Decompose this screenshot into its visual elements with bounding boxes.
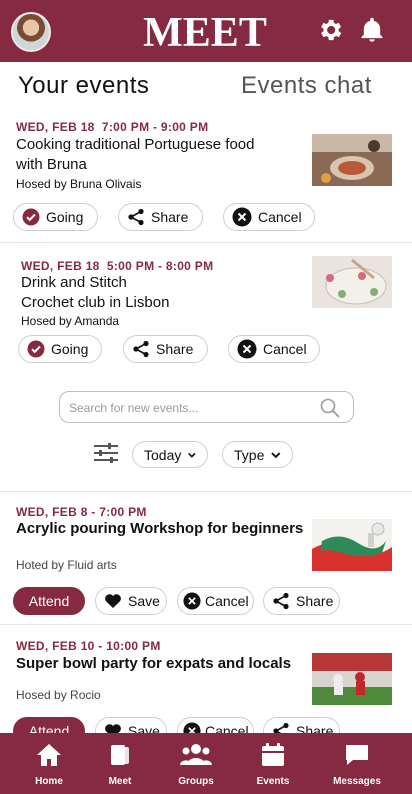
cancel-label: Cancel (258, 209, 302, 225)
event-title-line: with Bruna (16, 156, 87, 173)
nav-home[interactable]: Home (12, 733, 86, 794)
share-icon (273, 592, 289, 610)
event-title-line: Crochet club in Lisbon (21, 294, 170, 311)
tab-events-chat[interactable]: Events chat (241, 72, 372, 100)
chat-icon (346, 745, 368, 765)
heart-icon (105, 724, 121, 733)
share-icon (273, 722, 289, 733)
event-title-line: Drink and Stitch (21, 274, 127, 291)
share-label: Share (296, 593, 334, 609)
check-circle-icon (27, 340, 45, 358)
date-filter-label: Today (144, 446, 182, 463)
going-label: Going (51, 341, 89, 357)
event-title-line: Cooking traditional Portuguese food (16, 136, 255, 153)
close-circle-icon (237, 339, 257, 359)
nav-label: Groups (178, 776, 214, 787)
close-circle-icon (232, 207, 252, 227)
event-host: Hosed by Bruna Olivais (16, 177, 142, 191)
cancel-label: Cancel (263, 341, 307, 357)
cancel-button[interactable]: Cancel (177, 717, 254, 733)
search-input[interactable] (69, 398, 309, 418)
event-thumbnail[interactable] (312, 134, 392, 186)
type-filter-label: Type (234, 446, 265, 463)
type-filter-dropdown[interactable]: Type (222, 441, 293, 468)
event-title: Cooking traditional Portuguese food with… (16, 135, 255, 175)
cancel-label: Cancel (205, 723, 249, 733)
share-label: Share (151, 209, 189, 225)
share-button[interactable]: Share (123, 335, 208, 363)
calendar-icon (262, 743, 284, 766)
attend-label: Attend (28, 723, 70, 733)
event-card[interactable]: WED, FEB 8 - 7:00 PM Acrylic pouring Wor… (0, 491, 412, 625)
share-button[interactable]: Share (263, 587, 340, 615)
group-icon (180, 744, 212, 765)
save-label: Save (128, 723, 160, 733)
tab-bar: Your events Events chat (0, 62, 412, 110)
bell-icon[interactable] (358, 16, 386, 44)
event-host: Hosed by Rocio (16, 688, 101, 702)
event-date: WED, FEB 8 - 7:00 PM (16, 505, 147, 519)
nav-groups[interactable]: Groups (159, 733, 233, 794)
meet-logo: MEET (143, 10, 267, 54)
event-title: Acrylic pouring Workshop for beginners (16, 520, 304, 537)
attend-button[interactable]: Attend (13, 717, 85, 733)
event-host: Hosed by Amanda (21, 314, 120, 328)
share-icon (133, 340, 149, 358)
svg-text:MEET: MEET (143, 10, 267, 54)
attend-label: Attend (28, 593, 70, 609)
nav-meet[interactable]: Meet (83, 733, 157, 794)
going-button[interactable]: Going (18, 335, 102, 363)
event-host: Hoted by Fluid arts (16, 558, 117, 572)
save-button[interactable]: Save (95, 587, 167, 615)
close-circle-icon (183, 722, 201, 733)
heart-icon (105, 594, 121, 608)
check-circle-icon (22, 208, 40, 226)
close-circle-icon (183, 592, 201, 610)
event-date: WED, FEB 10 - 10:00 PM (16, 639, 161, 653)
event-date: WED, FEB 18 7:00 PM - 9:00 PM (16, 120, 209, 134)
share-button[interactable]: Share (118, 203, 203, 231)
event-title: Super bowl party for expats and locals (16, 655, 292, 672)
my-event-card[interactable]: WED, FEB 18 7:00 PM - 9:00 PM Cooking tr… (0, 110, 412, 243)
search-icon[interactable] (319, 397, 341, 419)
cancel-label: Cancel (205, 593, 249, 609)
nav-label: Messages (333, 776, 381, 787)
cards-icon (111, 745, 129, 765)
nav-messages[interactable]: Messages (320, 733, 394, 794)
share-icon (128, 208, 144, 226)
my-event-card[interactable]: WED, FEB 18 5:00 PM - 8:00 PM Drink and … (0, 243, 412, 378)
event-card[interactable]: WED, FEB 10 - 10:00 PM Super bowl party … (0, 625, 412, 733)
nav-label: Meet (108, 776, 132, 787)
event-search-box[interactable] (59, 391, 354, 423)
share-label: Share (156, 341, 194, 357)
top-app-bar: MEET (0, 0, 412, 62)
nav-label: Home (35, 776, 63, 787)
going-button[interactable]: Going (13, 203, 98, 231)
date-filter-dropdown[interactable]: Today (132, 441, 208, 468)
event-thumbnail[interactable] (312, 519, 392, 571)
event-date: WED, FEB 18 5:00 PM - 8:00 PM (21, 259, 214, 273)
home-icon (37, 744, 61, 766)
save-button[interactable]: Save (95, 717, 167, 733)
cancel-button[interactable]: Cancel (228, 335, 320, 363)
save-label: Save (128, 593, 160, 609)
event-title: Drink and Stitch Crochet club in Lisbon (21, 273, 169, 313)
tab-your-events[interactable]: Your events (18, 72, 149, 100)
filter-sliders-icon[interactable] (92, 441, 120, 465)
chevron-down-icon (271, 451, 281, 458)
bottom-navigation: Home Meet Groups Events Messages (0, 733, 412, 794)
cancel-button[interactable]: Cancel (177, 587, 254, 615)
cancel-button[interactable]: Cancel (223, 203, 315, 231)
share-label: Share (296, 723, 334, 733)
gear-icon[interactable] (316, 16, 344, 44)
nav-label: Events (256, 776, 290, 787)
user-avatar[interactable] (11, 12, 51, 52)
event-thumbnail[interactable] (312, 256, 392, 308)
event-thumbnail[interactable] (312, 653, 392, 705)
attend-button[interactable]: Attend (13, 587, 85, 615)
chevron-down-icon (188, 452, 196, 458)
share-button[interactable]: Share (263, 717, 340, 733)
going-label: Going (46, 209, 84, 225)
nav-events[interactable]: Events (236, 733, 310, 794)
